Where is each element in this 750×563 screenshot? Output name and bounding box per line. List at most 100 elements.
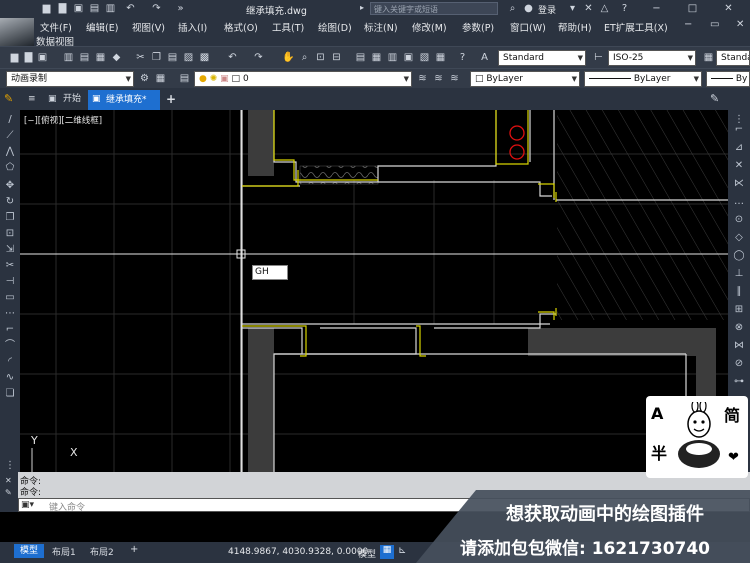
undo-tb-icon[interactable]: ↶: [226, 51, 239, 64]
menu-file[interactable]: 文件(F): [40, 20, 72, 34]
3d-icon[interactable]: ◆: [110, 51, 123, 64]
rotate-tool-icon[interactable]: ↻: [3, 196, 17, 208]
layer-previous-icon[interactable]: ≋: [432, 72, 445, 85]
zoom-prev-icon[interactable]: ⊟: [330, 51, 343, 64]
cart-icon[interactable]: ▾: [566, 2, 579, 15]
snap-insert-icon[interactable]: ⊞: [732, 304, 746, 316]
search-icon[interactable]: ⌕: [506, 2, 519, 15]
fillet-tool-icon[interactable]: ⌒: [3, 340, 17, 352]
stretch-tool-icon[interactable]: ⇲: [3, 244, 17, 256]
exchange-icon[interactable]: ✕: [582, 2, 595, 15]
drawing-svg[interactable]: [20, 110, 728, 472]
snap-quadrant-icon[interactable]: ◇: [732, 232, 746, 244]
redo-icon[interactable]: ↷: [150, 2, 163, 15]
settings-cmd-icon[interactable]: ✎: [5, 488, 12, 497]
tab-start[interactable]: 开始: [63, 90, 81, 108]
open-icon[interactable]: ▇: [22, 51, 35, 64]
undo-icon[interactable]: ↶: [124, 2, 137, 15]
snap-midpoint-icon[interactable]: ⊿: [732, 142, 746, 154]
properties-panel-icon[interactable]: ✎: [710, 92, 719, 105]
menu-parameter[interactable]: 参数(P): [462, 20, 494, 34]
minimize-doc-icon[interactable]: −: [684, 19, 692, 30]
color-select[interactable]: □ ByLayer ▼: [470, 71, 580, 87]
tab-active-doc[interactable]: ▣ 继承填充*: [88, 90, 160, 110]
tab-layout2[interactable]: 布局2: [90, 545, 114, 558]
extend-tool-icon[interactable]: ⊣: [3, 276, 17, 288]
table-style-icon[interactable]: ▦: [702, 51, 715, 64]
match-prop-icon[interactable]: ▨: [182, 51, 195, 64]
break-tool-icon[interactable]: ⋯: [3, 308, 17, 320]
zoom-window-icon[interactable]: ⊡: [314, 51, 327, 64]
menu-express-tools[interactable]: ET扩展工具(X): [604, 20, 668, 34]
arc-tool-icon[interactable]: ◜: [3, 356, 17, 368]
paste-icon[interactable]: ▤: [166, 51, 179, 64]
menu-insert[interactable]: 插入(I): [178, 20, 207, 34]
workspace-select[interactable]: 动画录制 ▼: [6, 71, 134, 87]
preview-icon[interactable]: ▤: [78, 51, 91, 64]
restore-doc-icon[interactable]: ▭: [710, 19, 719, 30]
make-current-icon[interactable]: ≋: [416, 72, 429, 85]
toolbar-icon[interactable]: ▦: [154, 72, 167, 85]
minimize-icon[interactable]: −: [650, 2, 663, 15]
add-tab-button[interactable]: +: [166, 90, 176, 108]
user-icon[interactable]: ●: [522, 2, 535, 15]
dynamic-input[interactable]: GH: [252, 265, 288, 280]
table-style-select[interactable]: Standard: [716, 50, 750, 66]
block-icon[interactable]: ▩: [198, 51, 211, 64]
print-icon[interactable]: ▥: [104, 2, 117, 15]
linetype-select[interactable]: ByLayer ▼: [584, 71, 702, 87]
lineweight-select[interactable]: By: [706, 71, 750, 87]
close-cmd-icon[interactable]: ✕: [5, 476, 12, 485]
autodesk-icon[interactable]: △: [598, 2, 611, 15]
viewport-label[interactable]: [−][俯视][二维线框]: [24, 114, 102, 126]
menu-help[interactable]: 帮助(H): [558, 20, 592, 34]
layer-state-icon[interactable]: ≋: [448, 72, 461, 85]
snap-tangent-icon[interactable]: ◯: [732, 250, 746, 262]
xline-tool-icon[interactable]: ⟋: [3, 130, 17, 142]
snap-endpoint-icon[interactable]: ⌐: [732, 124, 746, 136]
layer-select[interactable]: ● ✺ ▣ □ 0 ▼: [194, 71, 412, 87]
snap-node-icon[interactable]: ⊗: [732, 322, 746, 334]
text-style-icon[interactable]: A: [478, 51, 491, 64]
menu-dimension[interactable]: 标注(N): [364, 20, 398, 34]
calc-icon[interactable]: ▦: [434, 51, 447, 64]
dim-style-select[interactable]: ISO-25 ▼: [608, 50, 696, 66]
redo-tb-icon[interactable]: ↷: [252, 51, 265, 64]
line-tool-icon[interactable]: /: [3, 114, 17, 126]
search-input[interactable]: 键入关键字或短语: [370, 2, 498, 15]
polyline-tool-icon[interactable]: ⋀: [3, 146, 17, 158]
copy-tool-icon[interactable]: ❐: [3, 212, 17, 224]
layer-props-icon[interactable]: ▤: [178, 72, 191, 85]
menu-edit[interactable]: 编辑(E): [86, 20, 118, 34]
menu-draw[interactable]: 绘图(D): [318, 20, 352, 34]
tab-model[interactable]: 模型: [14, 544, 44, 558]
help-tb-icon[interactable]: ?: [456, 51, 469, 64]
add-layout-button[interactable]: +: [130, 544, 138, 555]
tool-palette-icon[interactable]: ▥: [386, 51, 399, 64]
zoom-realtime-icon[interactable]: ⌕: [298, 51, 311, 64]
copy-icon[interactable]: ❐: [150, 51, 163, 64]
snap-center-icon[interactable]: ⊙: [732, 214, 746, 226]
explode-tool-icon[interactable]: ❏: [3, 388, 17, 400]
snap-parallel-icon[interactable]: ∥: [732, 286, 746, 298]
move-tool-icon[interactable]: ✥: [3, 180, 17, 192]
design-center-icon[interactable]: ▦: [370, 51, 383, 64]
menu-tools[interactable]: 工具(T): [272, 20, 304, 34]
properties-icon[interactable]: ▤: [354, 51, 367, 64]
menu-view[interactable]: 视图(V): [132, 20, 165, 34]
help-icon[interactable]: ?: [618, 2, 631, 15]
qnew-icon[interactable]: ▆: [8, 51, 21, 64]
snap-toggle-icon[interactable]: ⊾: [398, 545, 406, 556]
workspace-settings-icon[interactable]: ⚙: [138, 72, 151, 85]
open-file-icon[interactable]: ▇: [56, 2, 69, 15]
sheet-set-icon[interactable]: ▣: [402, 51, 415, 64]
save-tb-icon[interactable]: ▣: [36, 51, 49, 64]
dim-style-icon[interactable]: ⊢: [592, 51, 605, 64]
trim-tool-icon[interactable]: ✂: [3, 260, 17, 272]
drawing-canvas[interactable]: [−][俯视][二维线框] GH Y X: [20, 110, 728, 472]
menu-window[interactable]: 窗口(W): [510, 20, 546, 34]
snap-none-icon[interactable]: ⊘: [732, 358, 746, 370]
chamfer-tool-icon[interactable]: ⌐: [3, 324, 17, 336]
cut-icon[interactable]: ✂: [134, 51, 147, 64]
save-as-icon[interactable]: ▤: [88, 2, 101, 15]
